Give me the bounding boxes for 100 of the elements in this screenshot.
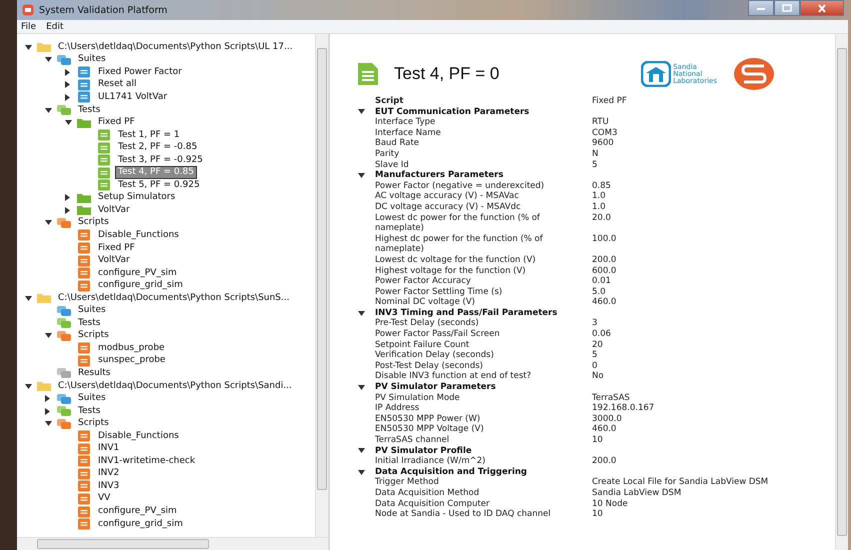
document-icon	[77, 430, 91, 442]
collapse-arrow-icon[interactable]	[358, 310, 365, 316]
property-label: Lowest dc power for the function (% of nameplate)	[375, 212, 541, 234]
collapse-arrow-icon[interactable]	[45, 333, 52, 338]
tree-item[interactable]: INV2	[96, 468, 122, 480]
tree-item[interactable]: VoltVar	[96, 255, 132, 266]
expand-arrow-icon[interactable]	[45, 395, 50, 402]
tree-item[interactable]: C:\Users\detldaq\Documents\Python Scripts\Sandi...	[56, 380, 294, 392]
document-icon	[77, 468, 91, 480]
close-button[interactable]	[800, 0, 844, 16]
tree-item[interactable]: Disable_Functions	[96, 430, 181, 442]
property-label: EN50530 MPP Voltage (V)	[375, 424, 485, 435]
tree-item[interactable]: Setup Simulators	[96, 192, 178, 204]
tree-item[interactable]: Scripts	[76, 330, 111, 342]
tree-item[interactable]: VoltVar	[96, 204, 132, 216]
collapse-arrow-icon[interactable]	[65, 120, 72, 126]
tree-item[interactable]: Tests	[76, 318, 102, 329]
collapse-arrow-icon[interactable]	[358, 448, 365, 454]
tree-item[interactable]: Scripts	[76, 217, 111, 228]
tree-item[interactable]: configure_grid_sim	[96, 280, 185, 292]
property-label: DC voltage accuracy (V) - MSAVdc	[375, 202, 522, 213]
property-value: 3	[592, 318, 598, 330]
property-value: 5	[592, 350, 598, 361]
tree-item[interactable]: INV1-writetime-check	[96, 456, 198, 467]
stack-icon	[57, 104, 71, 116]
s-logo-icon	[733, 57, 775, 91]
collapse-arrow-icon[interactable]	[358, 384, 365, 390]
tree-item[interactable]: C:\Users\detldaq\Documents\Python Scripts\UL 17...	[56, 42, 295, 53]
expand-arrow-icon[interactable]	[65, 68, 70, 76]
property-value: RTU	[592, 117, 609, 128]
tree-item[interactable]: Fixed Power Factor	[96, 66, 184, 78]
property-label: AC voltage accuracy (V) - MSAVac	[375, 191, 520, 202]
property-value: 10	[592, 509, 603, 520]
property-value: 200.0	[592, 456, 616, 467]
minimize-button[interactable]	[748, 0, 774, 16]
tree-item[interactable]: INV1	[96, 443, 122, 454]
document-icon	[77, 506, 91, 518]
property-value: 5.0	[592, 286, 606, 298]
collapse-arrow-icon[interactable]	[358, 172, 365, 178]
collapse-arrow-icon[interactable]	[45, 421, 52, 426]
stack-icon	[57, 54, 71, 66]
group-heading: EUT Communication Parameters	[375, 106, 530, 118]
tree-item[interactable]: Test 3, PF = -0.925	[116, 154, 205, 166]
collapse-arrow-icon[interactable]	[358, 109, 365, 114]
tree-item[interactable]: Test 1, PF = 1	[116, 130, 182, 141]
collapse-arrow-icon[interactable]	[45, 108, 52, 112]
tree-item[interactable]: Suites	[76, 393, 108, 404]
expand-arrow-icon[interactable]	[45, 408, 50, 415]
document-icon	[97, 154, 111, 166]
expand-arrow-icon[interactable]	[65, 94, 70, 101]
stack-icon	[57, 330, 71, 342]
tree-item[interactable]: sunspec_probe	[96, 355, 168, 366]
expand-arrow-icon[interactable]	[65, 81, 70, 88]
collapse-arrow-icon[interactable]	[45, 57, 52, 62]
tree-item[interactable]: VV	[96, 493, 112, 504]
property-value: 1.0	[592, 202, 606, 213]
tree-item[interactable]: UL1741 VoltVar	[96, 92, 170, 103]
tree-item[interactable]: Test 2, PF = -0.85	[116, 142, 200, 154]
collapse-arrow-icon[interactable]	[25, 296, 32, 301]
tree-item[interactable]: configure_PV_sim	[96, 506, 179, 517]
document-icon	[77, 66, 91, 78]
tree-item[interactable]: Fixed PF	[96, 117, 137, 128]
expand-arrow-icon[interactable]	[65, 206, 70, 214]
folder-icon	[37, 380, 51, 392]
document-icon	[77, 442, 91, 455]
menu-item[interactable]: Edit	[46, 22, 64, 32]
tree-item[interactable]: modbus_probe	[96, 342, 167, 354]
tree-item[interactable]: Results	[76, 368, 112, 379]
tree-item[interactable]: configure_PV_sim	[96, 268, 179, 279]
tree-item[interactable]: INV3	[96, 480, 122, 492]
tree-item[interactable]: Test 5, PF = 0.925	[116, 180, 202, 191]
folder-icon	[37, 292, 51, 304]
tree-item[interactable]: configure_grid_sim	[96, 518, 185, 530]
collapse-arrow-icon[interactable]	[358, 470, 365, 475]
tree-item[interactable]: Scripts	[76, 418, 111, 430]
tree-item[interactable]: C:\Users\detldaq\Documents\Python Scripts\SunS...	[56, 292, 292, 304]
document-icon	[358, 63, 378, 85]
tree-item[interactable]: Suites	[76, 305, 108, 316]
vertical-scrollbar[interactable]	[835, 34, 848, 550]
collapse-arrow-icon[interactable]	[45, 220, 52, 226]
property-label: Pre-Test Delay (seconds)	[375, 318, 480, 330]
property-label: TerraSAS channel	[375, 435, 450, 446]
document-icon	[77, 354, 91, 367]
collapse-arrow-icon[interactable]	[25, 44, 32, 50]
tree-item[interactable]: Fixed PF	[96, 242, 137, 254]
tree-item[interactable]: Tests	[76, 104, 102, 116]
group-heading: Data Acquisition and Triggering	[375, 466, 527, 478]
tree-item[interactable]: Reset all	[96, 79, 139, 90]
maximize-button[interactable]	[774, 0, 800, 16]
document-icon	[77, 480, 91, 492]
folder-icon	[77, 116, 91, 129]
collapse-arrow-icon[interactable]	[25, 384, 32, 389]
tree-item[interactable]: Tests	[76, 406, 102, 417]
vertical-scrollbar[interactable]	[315, 34, 328, 538]
menu-item[interactable]: File	[21, 22, 36, 32]
horizontal-scrollbar[interactable]	[17, 537, 328, 550]
tree-item[interactable]: Suites	[76, 54, 108, 66]
expand-arrow-icon[interactable]	[65, 194, 70, 202]
tree-item[interactable]: Disable_Functions	[96, 230, 181, 241]
property-label: Power Factor Accuracy	[375, 276, 472, 287]
